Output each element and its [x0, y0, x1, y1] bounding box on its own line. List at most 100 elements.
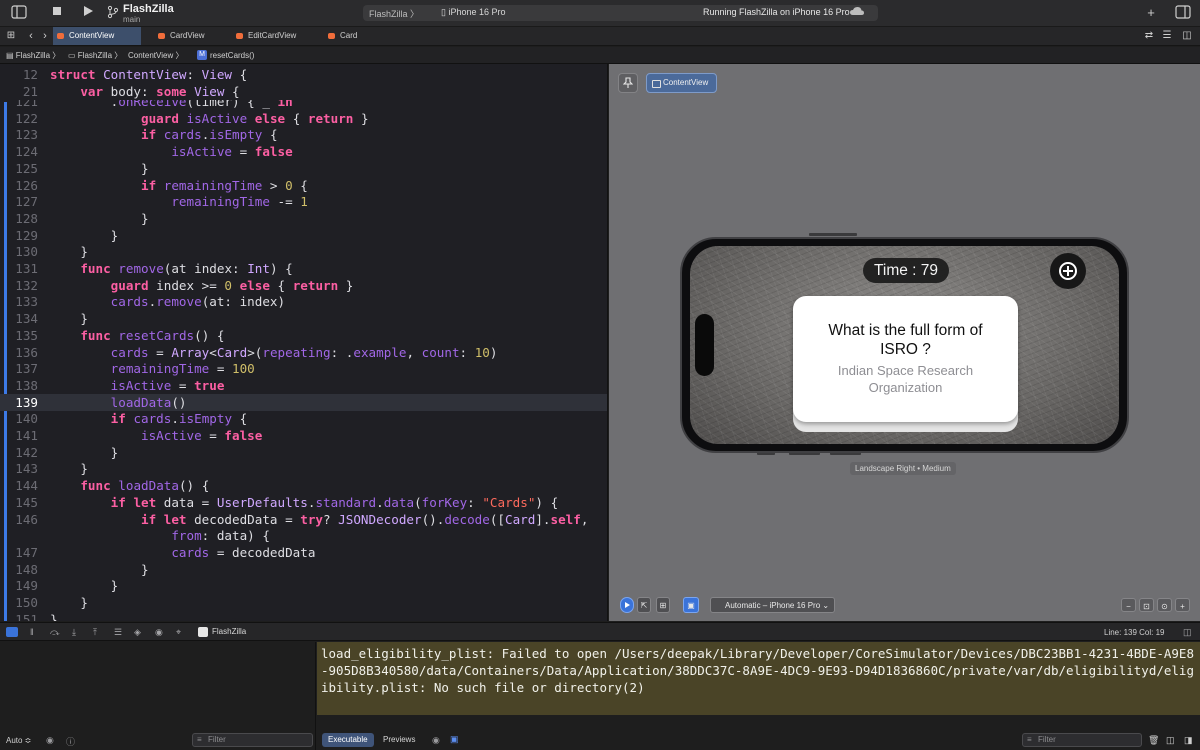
line-number: 132 [15, 277, 38, 293]
tab-cardview[interactable]: CardView [154, 27, 230, 45]
zoom-fit-icon[interactable]: ⊡ [1139, 598, 1154, 612]
adjust-editor-icon[interactable]: ☰ [1158, 28, 1176, 44]
add-icon[interactable]: + [1142, 5, 1160, 21]
branch-icon[interactable] [104, 5, 122, 21]
tab-contentview[interactable]: ContentView [53, 27, 141, 45]
code-line[interactable]: 141 isActive = false [0, 427, 607, 444]
zoom-out-icon[interactable]: − [1121, 598, 1136, 612]
hide-debug-area-icon[interactable] [6, 627, 18, 637]
eye-icon[interactable]: ◉ [432, 735, 440, 746]
code-line[interactable]: 142 } [0, 444, 607, 461]
simulator-icon[interactable]: ▣ [450, 734, 459, 745]
code-line[interactable]: 123 if cards.isEmpty { [0, 126, 607, 143]
environment-overrides-icon[interactable]: ◉ [155, 627, 163, 637]
code-line[interactable]: 151} [0, 611, 607, 621]
split-console-icon[interactable]: ◨ [1184, 735, 1193, 746]
selectable-mode-icon[interactable]: ⇱ [637, 597, 651, 613]
sticky-scope-line[interactable]: 21 var body: some View { [0, 83, 607, 100]
tab-editcardview[interactable]: EditCardView [232, 27, 312, 45]
code-line[interactable]: 138 isActive = true [0, 377, 607, 394]
breadcrumb-symbol[interactable]: resetCards() [210, 47, 254, 64]
code-line[interactable]: 137 remainingTime = 100 [0, 360, 607, 377]
view-hierarchy-icon[interactable]: ☰ [114, 627, 122, 637]
device-selector[interactable]: Automatic – iPhone 16 Pro ⌄ [710, 597, 835, 613]
scheme-title[interactable]: FlashZilla [123, 3, 174, 15]
variants-icon[interactable]: ⊞ [656, 597, 670, 613]
stop-icon[interactable] [48, 5, 66, 21]
zoom-actual-icon[interactable]: ⊙ [1157, 598, 1172, 612]
flash-card[interactable]: What is the full form of ISRO ? Indian S… [793, 296, 1018, 422]
code-text: } [50, 244, 88, 260]
step-out-icon[interactable]: ⤒ [93, 627, 97, 637]
add-card-button[interactable] [1050, 253, 1086, 289]
code-line[interactable]: 150 } [0, 594, 607, 611]
code-line[interactable]: 122 guard isActive else { return } [0, 110, 607, 127]
code-line[interactable]: 129 } [0, 227, 607, 244]
split-editor-icon[interactable]: ◫ [1178, 28, 1196, 44]
tab-card[interactable]: Card [324, 27, 384, 45]
breadcrumb-file[interactable]: ContentView 〉 [128, 47, 183, 64]
code-line[interactable]: 124 isActive = false [0, 143, 607, 160]
code-line[interactable]: from: data) { [0, 527, 607, 544]
variables-filter-input[interactable]: ≡ Filter [192, 733, 313, 747]
step-into-icon[interactable]: ⤓ [72, 627, 76, 637]
info-icon[interactable]: ⓘ [66, 735, 75, 748]
breadcrumb-group[interactable]: ▭ FlashZilla 〉 [68, 47, 122, 64]
code-line[interactable]: 144 func loadData() { [0, 477, 607, 494]
code-text: if let data = UserDefaults.standard.data… [110, 494, 559, 510]
code-text: isActive = false [171, 144, 293, 160]
code-text: } [50, 160, 149, 176]
code-line[interactable]: 140 if cards.isEmpty { [0, 410, 607, 427]
code-line[interactable]: 130 } [0, 243, 607, 260]
activity-target[interactable]: FlashZilla 〉 [369, 7, 419, 20]
code-line[interactable]: 136 cards = Array<Card>(repeating: .exam… [0, 344, 607, 361]
code-line[interactable]: 146 if let decodedData = try? JSONDecode… [0, 511, 607, 528]
code-line[interactable]: 126 if remainingTime > 0 { [0, 177, 607, 194]
trash-icon[interactable]: 🗑 [1148, 735, 1159, 746]
code-line[interactable]: 135 func resetCards() { [0, 327, 607, 344]
preview-chip-contentview[interactable]: ContentView [646, 73, 717, 93]
console-filter-input[interactable]: ≡ Filter [1022, 733, 1142, 747]
window-toolbar: FlashZilla main FlashZilla 〉 ▯ iPhone 16… [0, 0, 1200, 27]
run-icon[interactable] [79, 5, 97, 21]
console-tab-previews[interactable]: Previews [377, 733, 421, 747]
inspector-toggle-icon[interactable] [1174, 5, 1192, 21]
forward-icon[interactable]: › [36, 28, 54, 44]
code-line[interactable]: 148 } [0, 561, 607, 578]
zoom-in-icon[interactable]: + [1175, 598, 1190, 612]
code-line[interactable]: 131 func remove(at index: Int) { [0, 260, 607, 277]
code-line[interactable]: 128 } [0, 210, 607, 227]
eye-icon[interactable]: ◉ [46, 735, 54, 746]
code-line[interactable]: 145 if let data = UserDefaults.standard.… [0, 494, 607, 511]
related-items-icon[interactable]: ⇄ [1140, 28, 1158, 44]
cloud-icon[interactable] [848, 5, 866, 21]
split-pane-icon[interactable]: ◫ [1183, 627, 1192, 637]
source-editor[interactable]: 12 struct ContentView: View {21 var body:… [0, 64, 608, 621]
sticky-scope-line[interactable]: 12 struct ContentView: View { [0, 66, 607, 83]
pause-icon[interactable]: ‖ [30, 627, 34, 637]
code-line[interactable]: 149 } [0, 577, 607, 594]
pin-preview-button[interactable] [618, 73, 638, 93]
console-tab-executable[interactable]: Executable [322, 733, 374, 747]
navigator-toggle-icon[interactable] [10, 5, 28, 21]
simulate-location-icon[interactable]: ⌖ [176, 627, 181, 637]
split-console-icon[interactable]: ◫ [1166, 735, 1175, 746]
code-line[interactable]: 132 guard index >= 0 else { return } [0, 277, 607, 294]
code-line[interactable]: 147 cards = decodedData [0, 544, 607, 561]
live-mode-button[interactable] [620, 597, 634, 613]
code-line[interactable]: 133 cards.remove(at: index) [0, 293, 607, 310]
memory-graph-icon[interactable]: ◈ [134, 627, 141, 637]
code-line[interactable]: 125 } [0, 160, 607, 177]
grid-icon[interactable]: ⊞ [2, 28, 20, 44]
device-settings-icon[interactable]: ▣ [683, 597, 699, 613]
activity-device[interactable]: ▯ iPhone 16 Pro [441, 7, 506, 18]
code-line-current[interactable]: 139 loadData() [0, 393, 607, 411]
scope-selector[interactable]: Auto ≎ [6, 736, 31, 745]
code-line[interactable]: 143 } [0, 460, 607, 477]
code-line[interactable]: 134 } [0, 310, 607, 327]
step-over-icon[interactable]: ⤼ [50, 627, 60, 637]
line-number: 123 [15, 127, 38, 143]
code-line[interactable]: 127 remainingTime -= 1 [0, 193, 607, 210]
breadcrumb-project[interactable]: ▤ FlashZilla 〉 [6, 47, 60, 64]
activity-view[interactable]: FlashZilla 〉 ▯ iPhone 16 Pro Running Fla… [363, 5, 878, 21]
